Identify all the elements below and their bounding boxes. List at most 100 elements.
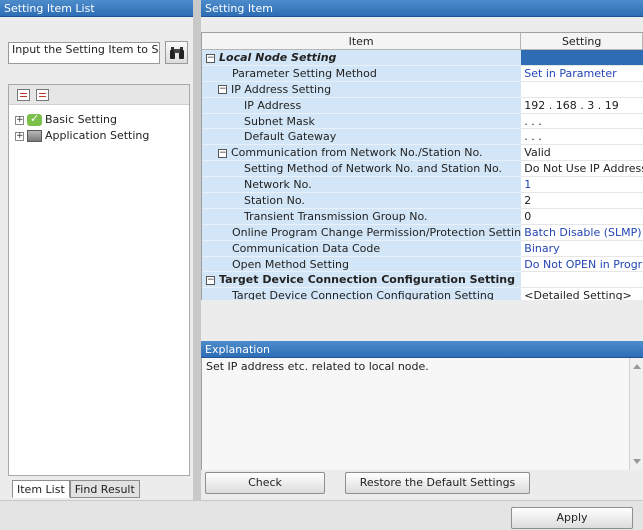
grid-item-cell: Default Gateway	[202, 129, 522, 146]
grid-item-cell: IP Address	[202, 97, 522, 114]
grid-setting-cell[interactable]: <Detailed Setting>	[521, 288, 643, 300]
grid-item-cell: − Target Device Connection Configuration …	[202, 272, 522, 289]
grid-header: Item Setting	[202, 33, 643, 50]
expand-plus-icon[interactable]: +	[15, 131, 24, 141]
grid-item-label: Transient Transmission Group No.	[244, 209, 428, 223]
setting-item-list-title: Setting Item List	[0, 0, 193, 17]
collapse-minus-icon[interactable]: −	[218, 148, 227, 158]
grid-item-label: Station No.	[244, 194, 305, 208]
grid-setting-cell[interactable]: 192 . 168 . 3 . 19	[521, 98, 643, 114]
expand-all-icon[interactable]	[17, 88, 30, 101]
tree-node-label: Basic Setting	[45, 113, 118, 126]
grid-row[interactable]: − IP Address Setting	[202, 81, 643, 98]
column-header-item: Item	[202, 33, 522, 49]
scroll-up-icon[interactable]	[633, 364, 641, 369]
grid-item-label: Default Gateway	[244, 130, 337, 144]
explanation-scrollbar[interactable]	[629, 358, 643, 470]
grid-row[interactable]: − Communication from Network No./Station …	[202, 145, 643, 162]
grid-row[interactable]: Default Gateway . . .	[202, 129, 643, 146]
grid-item-label: Parameter Setting Method	[232, 66, 377, 80]
grid-item-cell: Open Method Setting	[202, 256, 522, 273]
grid-row[interactable]: Setting Method of Network No. and Statio…	[202, 161, 643, 178]
grid-item-label: Open Method Setting	[232, 257, 350, 271]
grid-item-label: Network No.	[244, 178, 312, 192]
collapse-minus-icon[interactable]: −	[206, 53, 215, 63]
grid-item-label: Communication Data Code	[232, 241, 381, 255]
grid-item-cell: − IP Address Setting	[202, 81, 522, 98]
grid-row[interactable]: Communication Data Code Binary	[202, 240, 643, 257]
tab-find-result[interactable]: Find Result	[69, 480, 140, 498]
tab-item-list[interactable]: Item List	[12, 480, 70, 498]
expand-plus-icon[interactable]: +	[15, 115, 24, 125]
grid-setting-cell[interactable]: Valid	[521, 145, 643, 162]
grid-item-cell: Communication Data Code	[202, 240, 522, 257]
app-setting-icon	[27, 130, 42, 142]
grid-row[interactable]: Transient Transmission Group No. 0	[202, 208, 643, 225]
grid-item-label: IP Address Setting	[231, 82, 332, 96]
grid-item-label: Setting Method of Network No. and Statio…	[244, 162, 502, 176]
grid-item-cell: − Local Node Setting	[202, 50, 522, 66]
grid-item-label: Target Device Connection Configuration S…	[232, 289, 494, 300]
grid-row[interactable]: Online Program Change Permission/Protect…	[202, 224, 643, 241]
tree-node-label: Application Setting	[45, 129, 150, 142]
collapse-all-icon[interactable]	[36, 88, 49, 101]
restore-default-button[interactable]: Restore the Default Settings	[345, 472, 530, 494]
grid-row[interactable]: Parameter Setting Method Set in Parameter	[202, 65, 643, 82]
explanation-title: Explanation	[201, 341, 643, 358]
grid-item-cell: Target Device Connection Configuration S…	[202, 288, 522, 300]
grid-item-label: IP Address	[244, 98, 302, 112]
grid-item-cell: Transient Transmission Group No.	[202, 208, 522, 225]
setting-item-list-panel: Setting Item List Input the Setting Item…	[0, 0, 193, 500]
column-header-setting: Setting	[521, 33, 643, 49]
collapse-minus-icon[interactable]: −	[218, 85, 227, 95]
grid-row[interactable]: Station No. 2	[202, 193, 643, 209]
grid-row[interactable]: Subnet Mask . . .	[202, 113, 643, 130]
tree-node-application-setting[interactable]: + Application Setting	[9, 129, 189, 143]
grid-row[interactable]: − Local Node Setting	[202, 50, 643, 66]
explanation-text: Set IP address etc. related to local nod…	[206, 360, 429, 373]
check-button[interactable]: Check	[205, 472, 325, 494]
grid-item-label: Communication from Network No./Station N…	[231, 146, 483, 160]
grid-item-label: Local Node Setting	[219, 51, 337, 64]
tree-node-basic-setting[interactable]: + Basic Setting	[9, 112, 189, 127]
setting-grid: Item Setting − Local Node Setting Paramete…	[201, 32, 643, 300]
grid-row[interactable]: Target Device Connection Configuration S…	[202, 288, 643, 300]
grid-setting-cell[interactable]	[521, 50, 643, 66]
grid-setting-cell[interactable]: Binary	[521, 241, 643, 257]
check-icon	[27, 112, 42, 126]
grid-setting-cell[interactable]: Do Not Use IP Address	[521, 161, 643, 178]
setting-item-title: Setting Item	[201, 0, 643, 17]
grid-row[interactable]: Network No. 1	[202, 177, 643, 194]
grid-item-cell: Network No.	[202, 177, 522, 194]
grid-setting-cell[interactable]	[521, 272, 643, 289]
scroll-down-icon[interactable]	[633, 459, 641, 464]
grid-setting-cell[interactable]: 0	[521, 209, 643, 225]
apply-button[interactable]: Apply	[511, 507, 633, 529]
grid-row[interactable]: Open Method Setting Do Not OPEN in Progra…	[202, 256, 643, 273]
grid-item-cell: Station No.	[202, 193, 522, 209]
grid-row[interactable]: IP Address 192 . 168 . 3 . 19	[202, 97, 643, 114]
grid-setting-cell[interactable]: . . .	[521, 114, 643, 130]
grid-item-cell: − Communication from Network No./Station …	[202, 145, 522, 162]
grid-setting-cell[interactable]: Do Not OPEN in Program	[521, 257, 643, 273]
grid-row[interactable]: − Target Device Connection Configuration …	[202, 272, 643, 289]
grid-setting-cell[interactable]: 1	[521, 177, 643, 194]
tree-toolbar	[9, 85, 189, 105]
panel-splitter[interactable]	[193, 0, 201, 500]
grid-setting-cell[interactable]: Batch Disable (SLMP)	[521, 225, 643, 241]
explanation-box: Set IP address etc. related to local nod…	[201, 358, 643, 470]
search-button[interactable]	[165, 41, 188, 64]
grid-item-label: Subnet Mask	[244, 114, 315, 128]
grid-setting-cell[interactable]: . . .	[521, 129, 643, 146]
grid-item-cell: Setting Method of Network No. and Statio…	[202, 161, 522, 178]
setting-tree: + Basic Setting + Application Setting	[8, 84, 190, 476]
grid-setting-cell[interactable]: 2	[521, 193, 643, 209]
left-tabs: Item List Find Result	[12, 480, 140, 498]
grid-item-label: Online Program Change Permission/Protect…	[232, 225, 522, 239]
collapse-minus-icon[interactable]: −	[206, 275, 215, 285]
grid-setting-cell[interactable]	[521, 82, 643, 98]
grid-item-label: Target Device Connection Configuration S…	[219, 273, 516, 287]
grid-setting-cell[interactable]: Set in Parameter	[521, 66, 643, 82]
search-input[interactable]: Input the Setting Item to Search	[8, 42, 160, 64]
grid-item-cell: Subnet Mask	[202, 113, 522, 130]
